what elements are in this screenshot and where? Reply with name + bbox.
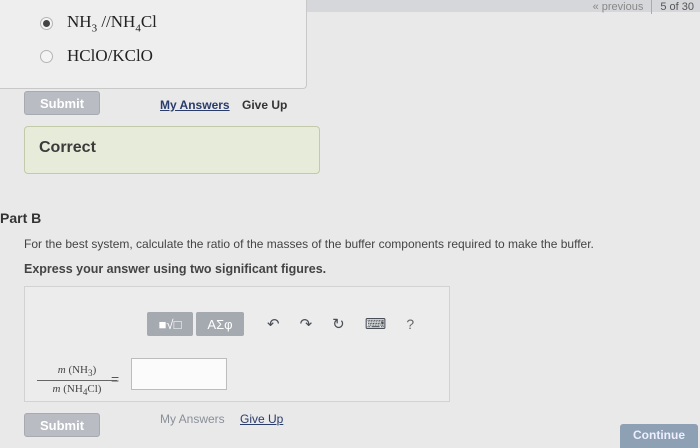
radio-selected[interactable] [40,16,53,30]
fraction-denominator: m (NH4Cl) [52,383,102,398]
help-icon[interactable]: ? [406,316,414,332]
previous-link[interactable]: « previous [593,1,652,13]
choice-label: HClO/KClO [67,46,153,65]
part-b-submit-button[interactable]: Submit [24,413,100,437]
part-b-instructions: Express your answer using two significan… [24,262,327,276]
continue-button[interactable]: Continue [620,424,698,448]
radio-unselected[interactable] [40,49,53,63]
mass-ratio-fraction: m (NH3) m (NH4Cl) [37,364,117,397]
feedback-correct: Correct [24,126,320,174]
pager: « previous 5 of 30 [593,0,694,14]
templates-button[interactable]: ■√□ [147,312,193,336]
undo-icon[interactable]: ↶ [267,315,280,333]
part-a-choices: NH3 //NH4Cl HClO/KClO [0,0,307,89]
choice-hclo-kclo[interactable]: HClO/KClO [40,46,153,66]
pager-divider [651,0,653,14]
equals-sign: = [111,371,120,387]
part-a-give-up-link[interactable]: Give Up [242,98,287,112]
part-a-my-answers-link[interactable]: My Answers [160,98,230,112]
math-toolbar: ■√□ ΑΣφ ↶ ↷ ↻ ⌨ ? [147,312,414,336]
answer-input[interactable] [131,358,227,390]
feedback-text: Correct [39,139,96,156]
part-a-submit-button[interactable]: Submit [24,91,100,115]
part-b-title: Part B [0,210,42,226]
answer-panel: ■√□ ΑΣφ ↶ ↷ ↻ ⌨ ? m (NH3) m (NH4Cl) = [24,286,450,402]
choice-nh3-nh4cl[interactable]: NH3 //NH4Cl [40,12,157,34]
part-b-my-answers-link[interactable]: My Answers [160,412,225,426]
part-b-give-up-link[interactable]: Give Up [240,412,283,426]
choice-label: NH3 //NH4Cl [67,12,157,35]
fraction-numerator: m (NH3) [37,364,117,382]
redo-icon[interactable]: ↷ [300,315,313,333]
keyboard-icon[interactable]: ⌨ [365,315,387,333]
part-b-question: For the best system, calculate the ratio… [24,237,594,251]
reset-icon[interactable]: ↻ [332,315,345,333]
symbols-button[interactable]: ΑΣφ [196,312,244,336]
pager-position: 5 of 30 [660,1,694,13]
